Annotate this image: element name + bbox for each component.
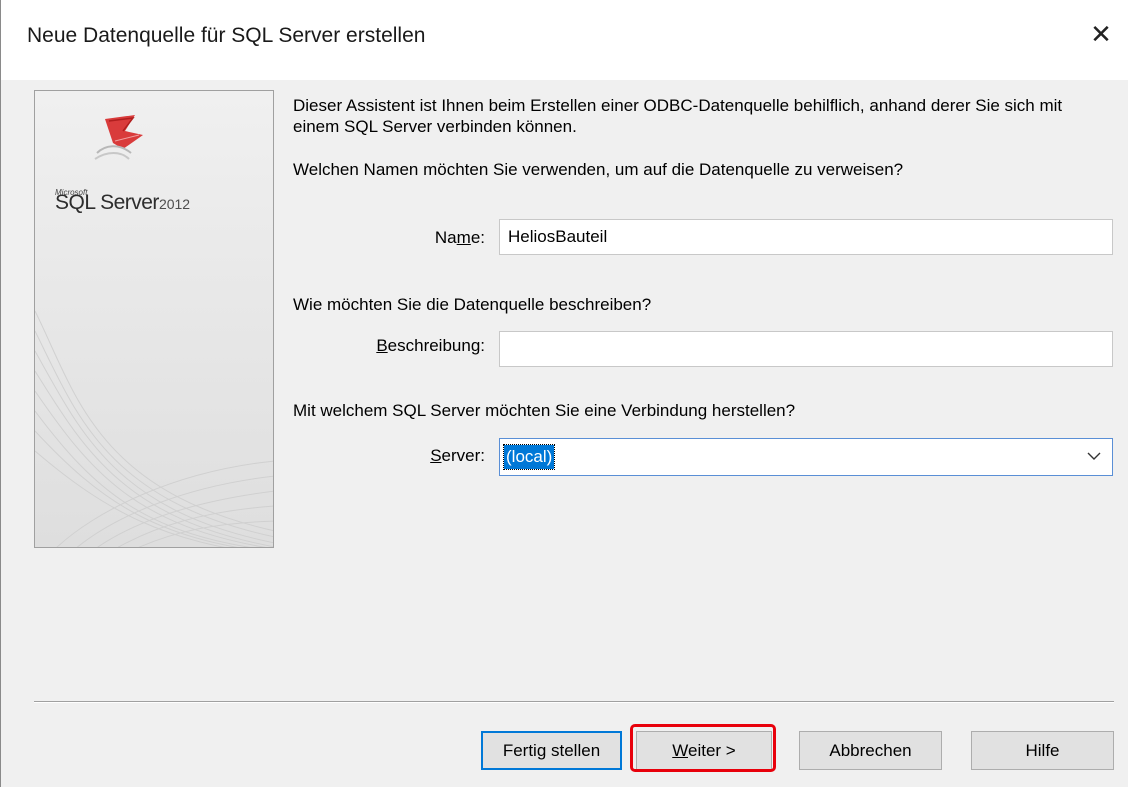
description-input[interactable] [499, 331, 1113, 367]
description-question: Wie möchten Sie die Datenquelle beschrei… [293, 295, 652, 314]
intro-text: Dieser Assistent ist Ihnen beim Erstelle… [293, 96, 1063, 136]
divider-highlight [34, 702, 1114, 703]
server-question: Mit welchem SQL Server möchten Sie eine … [293, 401, 796, 420]
finish-button[interactable]: Fertig stellen [481, 731, 622, 770]
close-icon[interactable]: ✕ [1081, 14, 1121, 54]
chevron-down-icon[interactable] [1084, 446, 1104, 466]
banner-background [35, 91, 273, 547]
product-version: 2012 [158, 196, 191, 212]
server-label: Server: [430, 446, 485, 465]
sql-server-banner: Microsoft SQL Server2012 [34, 90, 274, 548]
product-logo-text: SQL Server2012 [55, 191, 190, 215]
description-label: Beschreibung: [376, 336, 485, 355]
window-title: Neue Datenquelle für SQL Server erstelle… [27, 24, 426, 47]
name-label: Name: [434, 228, 485, 247]
help-button[interactable]: Hilfe [971, 731, 1114, 770]
next-button-highlight [630, 724, 776, 772]
name-question: Welchen Namen möchten Sie verwenden, um … [293, 160, 904, 179]
cancel-button[interactable]: Abbrechen [799, 731, 942, 770]
server-combobox[interactable]: (local) [499, 438, 1113, 476]
create-datasource-dialog: Neue Datenquelle für SQL Server erstelle… [0, 0, 1128, 787]
title-bar: Neue Datenquelle für SQL Server erstelle… [1, 0, 1128, 80]
name-input[interactable] [499, 219, 1113, 255]
product-name: SQL Server [55, 191, 159, 214]
server-selected-value[interactable]: (local) [502, 444, 556, 470]
